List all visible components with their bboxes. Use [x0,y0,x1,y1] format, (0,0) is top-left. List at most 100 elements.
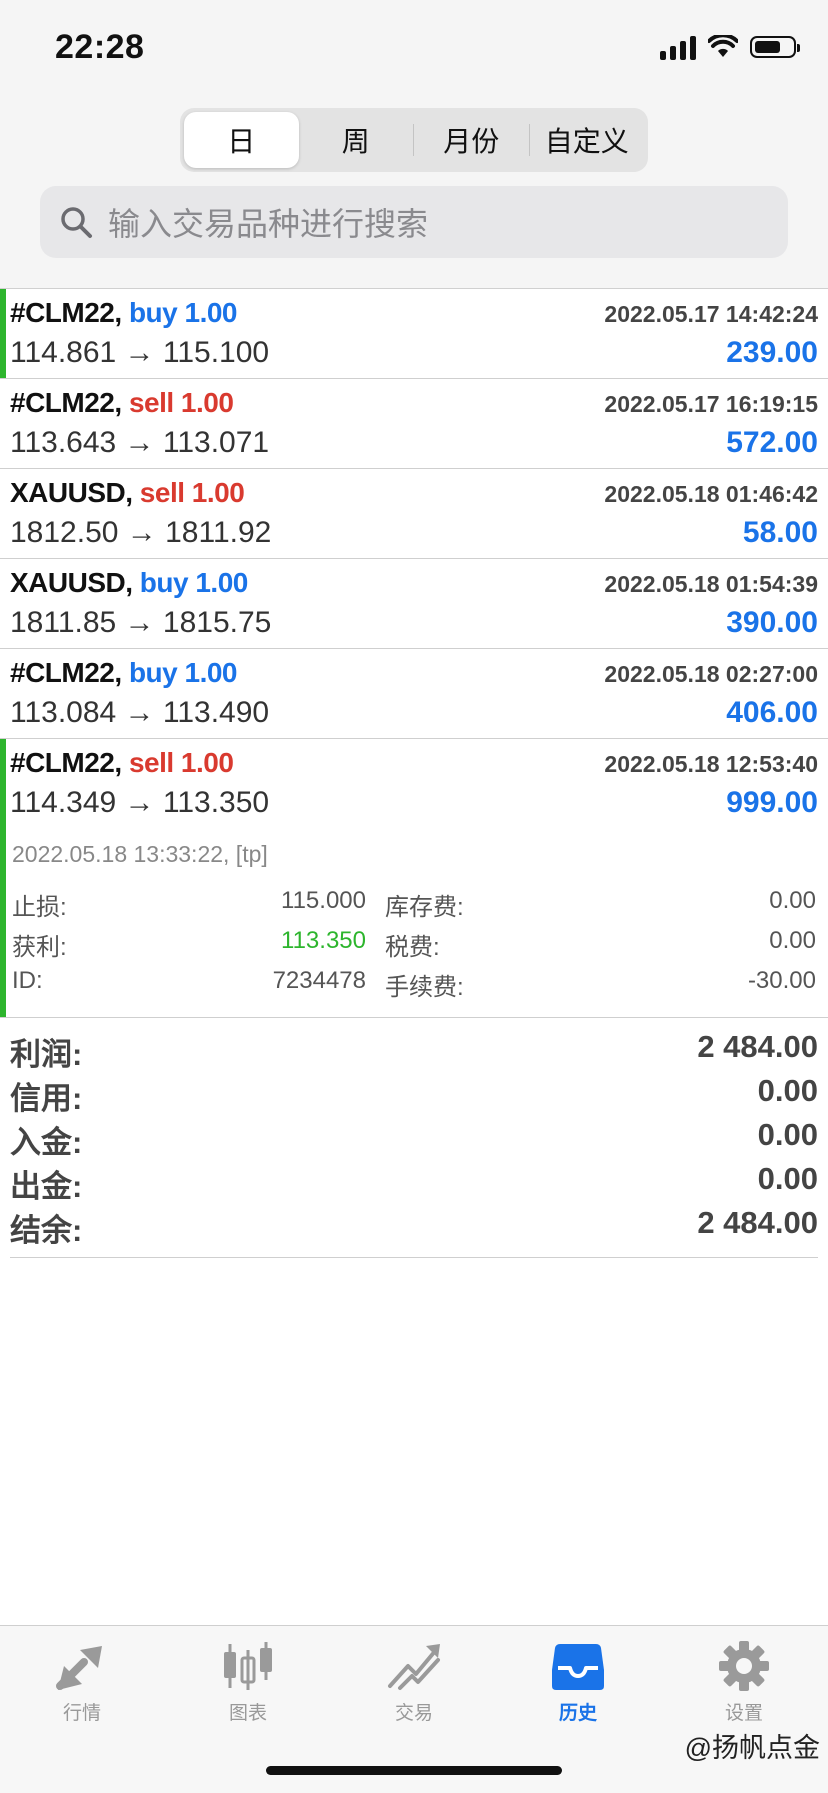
trade-volume: 1.00 [180,747,234,778]
trade-prices: 113.643 → 113.071 [10,426,270,459]
commission-label: 手续费: [385,974,464,1001]
tab-history[interactable]: 历史 [518,1640,638,1725]
trade-prices: 114.861 → 115.100 [10,336,270,369]
trade-direction: sell [128,747,174,778]
trade-datetime: 2022.05.18 01:46:42 [604,481,818,507]
tab-label: 图表 [228,1703,267,1724]
home-indicator[interactable] [266,1766,562,1775]
battery-icon [750,36,800,58]
history-inbox-icon [552,1644,604,1690]
trade-row[interactable]: XAUUSD, buy 1.00 2022.05.18 01:54:39 181… [0,559,828,649]
summary-deposit: 入金: 0.00 [10,1117,818,1161]
status-icons [660,34,800,60]
quotes-arrows-icon [56,1646,102,1690]
wifi-icon [708,35,738,57]
trade-profit: 239.00 [726,336,818,369]
trade-direction: buy [139,567,189,598]
trade-direction: sell [128,387,174,418]
trade-symbol: #CLM22, [10,657,122,688]
trade-prices: 1812.50 → 1811.92 [10,516,272,549]
search-icon [61,207,92,238]
trade-profit: 999.00 [726,786,818,819]
trade-symbol: #CLM22, [10,297,122,328]
commission-value: -30.00 [747,967,816,994]
trade-row[interactable]: #CLM22, sell 1.00 2022.05.17 16:19:15 11… [0,379,828,469]
trade-row-expanded[interactable]: #CLM22, sell 1.00 2022.05.18 12:53:40 11… [0,739,828,1018]
selection-indicator [0,289,6,378]
trade-datetime: 2022.05.18 12:53:40 [604,751,818,777]
summary-value: 0.00 [757,1073,818,1108]
summary-credit: 信用: 0.00 [10,1073,818,1117]
selection-indicator [0,739,6,1017]
trade-volume: 1.00 [180,387,234,418]
tab-settings[interactable]: 设置 [684,1640,804,1725]
trade-prices: 113.084 → 113.490 [10,696,270,729]
tab-charts[interactable]: 图表 [188,1640,308,1725]
tab-day[interactable]: 日 [184,112,299,168]
trade-symbol: #CLM22, [10,747,122,778]
trade-volume: 1.00 [184,657,238,688]
trade-symbol: XAUUSD, [10,477,133,508]
summary-value: 2 484.00 [697,1205,818,1240]
id-label: ID: [12,967,43,994]
trade-direction: buy [128,297,178,328]
trade-volume: 1.00 [195,567,248,598]
watermark-text: @扬帆点金 [684,1733,820,1763]
account-summary: 利润: 2 484.00 信用: 0.00 入金: 0.00 出金: 0.00 … [10,1013,818,1258]
swap-value: 0.00 [769,887,816,914]
summary-value: 0.00 [757,1117,818,1152]
header-area: 22:28 日 周 月份 自定义 输入交易品种进行搜索 [0,0,828,289]
tab-week[interactable]: 周 [299,112,414,168]
trade-prices: 114.349 → 113.350 [10,786,270,819]
trade-datetime: 2022.05.17 14:42:24 [604,301,818,327]
tax-value: 0.00 [769,927,816,954]
summary-withdrawal: 出金: 0.00 [10,1161,818,1205]
summary-value: 2 484.00 [697,1029,818,1064]
trade-profit: 390.00 [726,606,818,639]
tab-label: 历史 [558,1703,597,1724]
tax-label: 税费: [385,934,440,961]
tab-quotes[interactable]: 行情 [22,1640,142,1725]
summary-balance: 结余: 2 484.00 [10,1205,818,1249]
stop-loss-label: 止损: [12,894,67,921]
tab-month[interactable]: 月份 [414,112,529,168]
search-placeholder: 输入交易品种进行搜索 [108,206,429,242]
period-segmented-control: 日 周 月份 自定义 [180,108,648,172]
take-profit-value: 113.350 [281,927,366,954]
summary-label: 结余: [10,1213,83,1248]
summary-label: 入金: [10,1125,83,1160]
candlestick-chart-icon [224,1642,272,1690]
summary-label: 信用: [10,1081,83,1116]
trade-datetime: 2022.05.18 01:54:39 [604,571,818,597]
summary-label: 出金: [10,1169,83,1204]
tab-trade[interactable]: 交易 [354,1640,474,1725]
summary-profit: 利润: 2 484.00 [10,1029,818,1073]
trade-profit: 572.00 [726,426,818,459]
trade-symbol: #CLM22, [10,387,122,418]
trade-volume: 1.00 [191,477,245,508]
trade-row[interactable]: #CLM22, buy 1.00 2022.05.18 02:27:00 113… [0,649,828,739]
trade-datetime: 2022.05.17 16:19:15 [604,391,818,417]
swap-label: 库存费: [385,894,464,921]
search-input[interactable]: 输入交易品种进行搜索 [40,186,788,258]
trade-volume: 1.00 [184,297,238,328]
tab-label: 设置 [724,1703,763,1724]
id-value: 7234478 [272,967,366,994]
summary-value: 0.00 [757,1161,818,1196]
trade-direction: buy [128,657,178,688]
trade-profit: 406.00 [726,696,818,729]
trade-close-info: 2022.05.18 13:33:22, [tp] [12,841,268,867]
cellular-signal-icon [660,34,696,60]
trade-trend-icon [388,1644,440,1690]
trade-datetime: 2022.05.18 02:27:00 [604,661,818,687]
tab-custom[interactable]: 自定义 [530,112,645,168]
summary-label: 利润: [10,1037,83,1072]
trade-row[interactable]: #CLM22, buy 1.00 2022.05.17 14:42:24 114… [0,289,828,379]
status-time: 22:28 [55,28,145,66]
gear-icon [719,1641,769,1691]
trade-direction: sell [139,477,185,508]
trade-symbol: XAUUSD, [10,567,133,598]
tab-label: 行情 [62,1703,101,1724]
trade-profit: 58.00 [742,516,818,549]
trade-row[interactable]: XAUUSD, sell 1.00 2022.05.18 01:46:42 18… [0,469,828,559]
